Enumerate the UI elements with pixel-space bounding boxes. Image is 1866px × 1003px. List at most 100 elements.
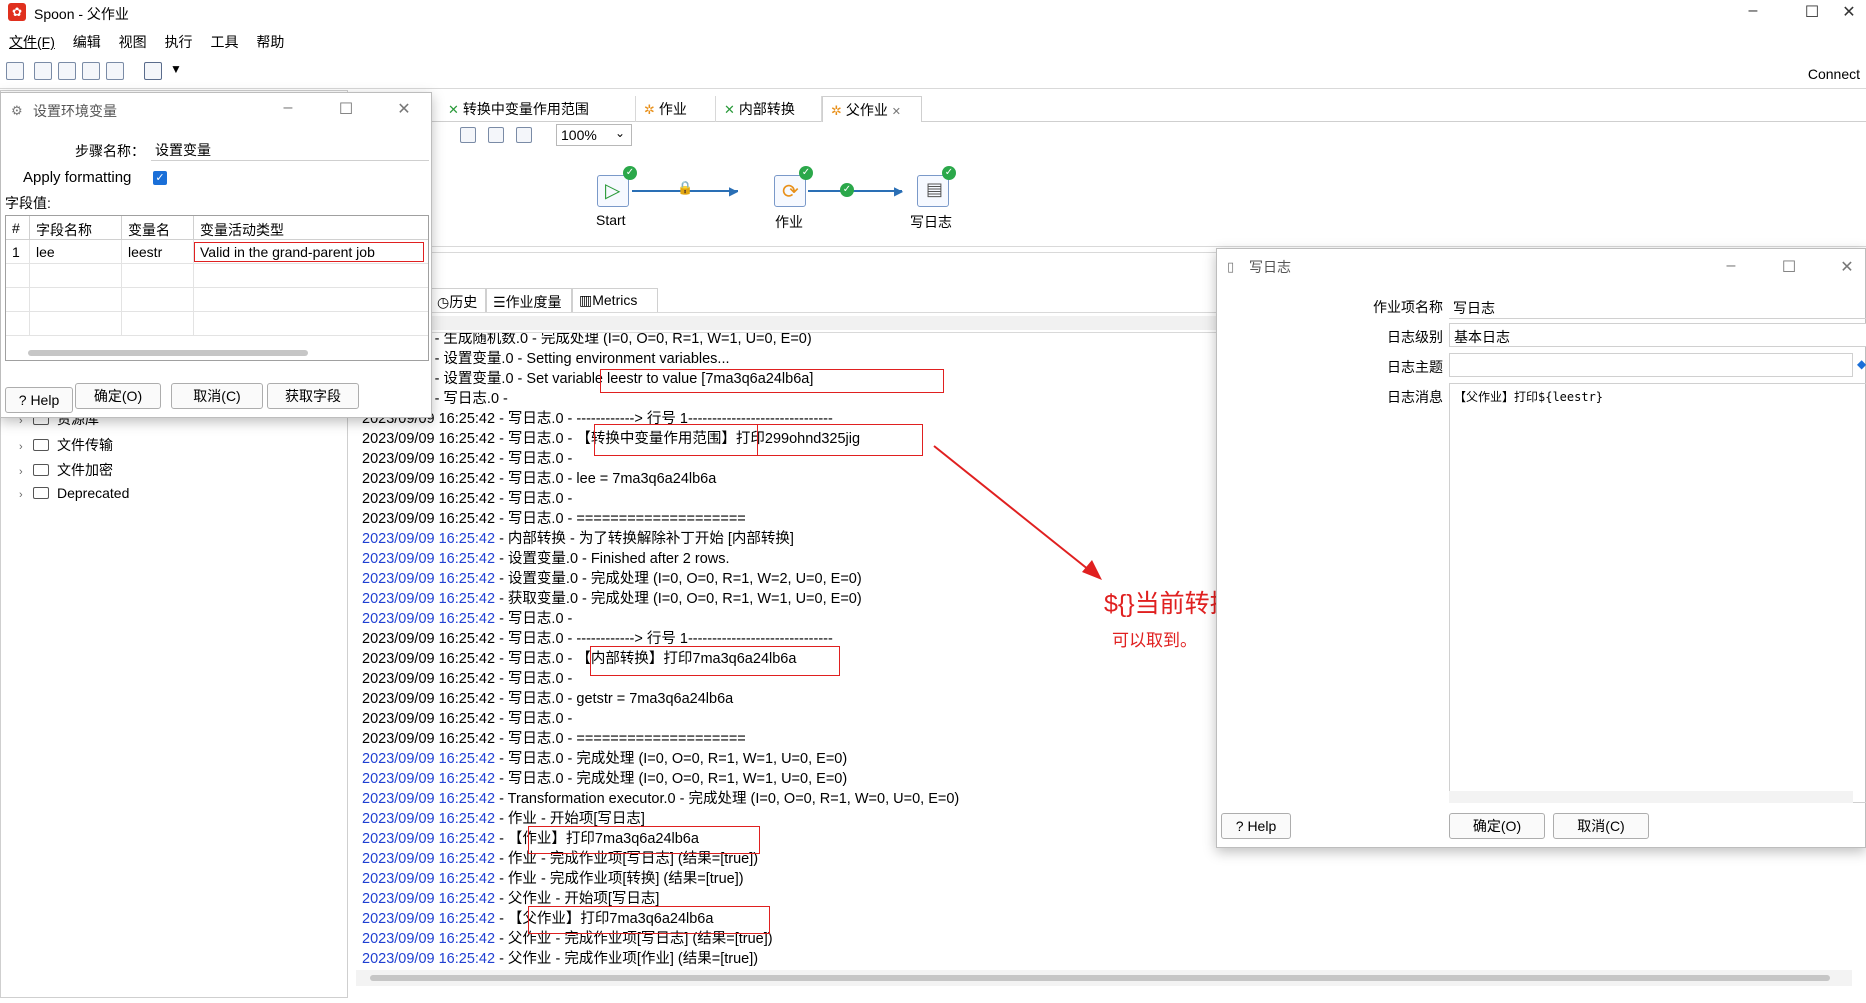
tab-job[interactable]: ✲ 作业 [636, 96, 716, 122]
menu-tools[interactable]: 工具 [210, 32, 238, 52]
log-timestamp: 2023/09/09 16:25:42 [362, 951, 496, 967]
chevron-down-icon: ⌄ [614, 126, 625, 140]
cell-field-name[interactable]: lee [30, 240, 122, 264]
ok-button[interactable]: 确定(O) [1449, 813, 1545, 839]
lock-icon: 🔒 [677, 180, 694, 195]
new-file-icon[interactable] [6, 62, 24, 80]
scrollbar-thumb[interactable] [370, 975, 1830, 981]
minimize-button[interactable]: – [1719, 257, 1743, 275]
expand-icon[interactable]: › [19, 489, 33, 501]
replay-icon[interactable] [488, 127, 504, 143]
job-entry-name-input[interactable]: 写日志 [1449, 295, 1866, 319]
close-button[interactable]: ✕ [1835, 257, 1859, 277]
execution-tabs: ◷历史 ☰作业度量 ▥Metrics [430, 288, 1230, 312]
menu-help[interactable]: 帮助 [256, 32, 284, 52]
tab-close-icon[interactable]: ✕ [892, 106, 901, 118]
table-scrollbar-thumb[interactable] [28, 350, 308, 356]
sql-icon[interactable] [516, 127, 532, 143]
tab-inner-transformation[interactable]: ✕ 内部转换 [716, 96, 822, 122]
maximize-button[interactable]: ☐ [1797, 2, 1827, 22]
apply-formatting-checkbox[interactable]: ✓ [153, 171, 167, 185]
write-log-dialog: ▯ 写日志 – ☐ ✕ 作业项名称 写日志 日志级别 基本日志 日志主题 ◆ 日… [1216, 248, 1866, 848]
cell-variable-name[interactable]: leestr [122, 240, 194, 264]
log-timestamp: 2023/09/09 16:25:42 [362, 791, 496, 807]
col-header-variable-scope[interactable]: 变量活动类型 [194, 216, 428, 240]
open-file-icon[interactable] [34, 62, 52, 80]
col-header-field-name[interactable]: 字段名称 [30, 216, 122, 240]
step-name-input[interactable]: 设置变量 [151, 137, 429, 161]
tree-item-file-encryption[interactable]: › 文件加密 [19, 460, 113, 480]
explore-repository-icon[interactable] [58, 62, 76, 80]
close-button[interactable]: ✕ [392, 99, 416, 119]
maximize-button[interactable]: ☐ [1777, 257, 1801, 277]
menu-edit[interactable]: 编辑 [73, 32, 101, 52]
node-label-job: 作业 [775, 214, 803, 230]
save-icon[interactable] [82, 62, 100, 80]
empty-cell [6, 288, 30, 312]
tab-label: 作业度量 [505, 294, 562, 310]
log-message: - 父作业 - 完成作业项[作业] (结果=[true]) [495, 951, 759, 967]
expand-icon[interactable]: › [19, 441, 33, 453]
log-level-select[interactable]: 基本日志 [1449, 323, 1866, 347]
fields-table[interactable]: # 字段名称 变量名 变量活动类型 1 lee leestr Valid in … [5, 215, 429, 361]
help-button[interactable]: ? Help [5, 387, 73, 413]
expand-icon[interactable]: › [19, 466, 33, 478]
save-as-icon[interactable] [106, 62, 124, 80]
tab-job-metrics[interactable]: ☰作业度量 [486, 288, 572, 312]
log-message: - Transformation executor.0 - 完成处理 (I=0,… [495, 791, 960, 807]
start-node[interactable]: ▷ [597, 175, 629, 207]
minimize-button[interactable]: – [1738, 2, 1768, 20]
log-timestamp: 2023/09/09 16:25:42 [362, 651, 496, 667]
log-timestamp: 2023/09/09 16:25:42 [362, 911, 496, 927]
log-subject-input[interactable] [1449, 353, 1853, 377]
log-timestamp: 2023/09/09 16:25:42 [362, 431, 496, 447]
run-options-icon[interactable] [460, 127, 476, 143]
col-header-variable-name[interactable]: 变量名 [122, 216, 194, 240]
cancel-button[interactable]: 取消(C) [1553, 813, 1649, 839]
log-line: 2023/09/09 16:25:42 - 父作业 - 完成作业项[写日志] (… [362, 929, 773, 949]
cell-variable-scope[interactable]: Valid in the grand-parent job [194, 240, 428, 264]
tab-label: 内部转换 [738, 101, 795, 117]
tab-metrics[interactable]: ▥Metrics [572, 288, 658, 312]
help-icon: ? [18, 392, 27, 408]
tab-parent-job[interactable]: ✲ 父作业 ✕ [822, 96, 922, 122]
tab-history[interactable]: ◷历史 [430, 288, 486, 312]
variable-icon[interactable]: ◆ [1857, 357, 1866, 371]
log-message-textarea[interactable]: 【父作业】打印${leestr} [1449, 383, 1866, 803]
close-button[interactable]: ✕ [1834, 2, 1864, 22]
cancel-button[interactable]: 取消(C) [171, 383, 263, 409]
layers-dropdown-icon[interactable]: ▼ [170, 62, 182, 76]
job-node[interactable]: ⟳ [774, 175, 806, 207]
log-message: - 作业 - 完成作业项[转换] (结果=[true]) [495, 871, 744, 887]
empty-cell [6, 312, 30, 336]
get-fields-button[interactable]: 获取字段 [267, 383, 359, 409]
connect-button[interactable]: Connect [1808, 66, 1860, 82]
textarea-scrollbar[interactable] [1449, 791, 1853, 803]
tab-transformation-scope[interactable]: ✕ 转换中变量作用范围 [440, 96, 636, 122]
col-header-index: # [6, 216, 30, 240]
log-message: - 父作业 - 开始项[写日志] [495, 891, 660, 907]
help-button[interactable]: ? Help [1221, 813, 1291, 839]
minimize-button[interactable]: – [276, 99, 300, 117]
menu-view[interactable]: 视图 [119, 32, 147, 52]
row-index: 1 [6, 240, 30, 264]
zoom-select[interactable]: 100% ⌄ [556, 124, 632, 146]
log-timestamp: 2023/09/09 16:25:42 [362, 931, 496, 947]
log-timestamp: 2023/09/09 16:25:42 [362, 471, 496, 487]
log-line: 2023/09/09 16:25:42 - 父作业 - 开始项[写日志] [362, 889, 659, 909]
write-log-icon: ▤ [926, 179, 944, 199]
menu-file[interactable]: 文件(F) [9, 32, 55, 52]
hop-job-writelog[interactable] [808, 190, 902, 192]
menu-run[interactable]: 执行 [165, 32, 193, 52]
log-message: - 【作业】打印7ma3q6a24lb6a [495, 831, 699, 847]
write-log-node[interactable]: ▤ [917, 175, 949, 207]
layers-icon[interactable] [144, 62, 162, 80]
tree-item-deprecated[interactable]: › Deprecated [19, 485, 129, 501]
ok-button[interactable]: 确定(O) [75, 383, 161, 409]
maximize-button[interactable]: ☐ [334, 99, 358, 119]
log-timestamp: 2023/09/09 16:25:42 [362, 771, 496, 787]
tree-item-file-transfer[interactable]: › 文件传输 [19, 435, 113, 455]
settings-icon: ⚙ [11, 103, 23, 118]
empty-cell [194, 264, 428, 288]
log-horizontal-scrollbar[interactable] [356, 970, 1852, 986]
